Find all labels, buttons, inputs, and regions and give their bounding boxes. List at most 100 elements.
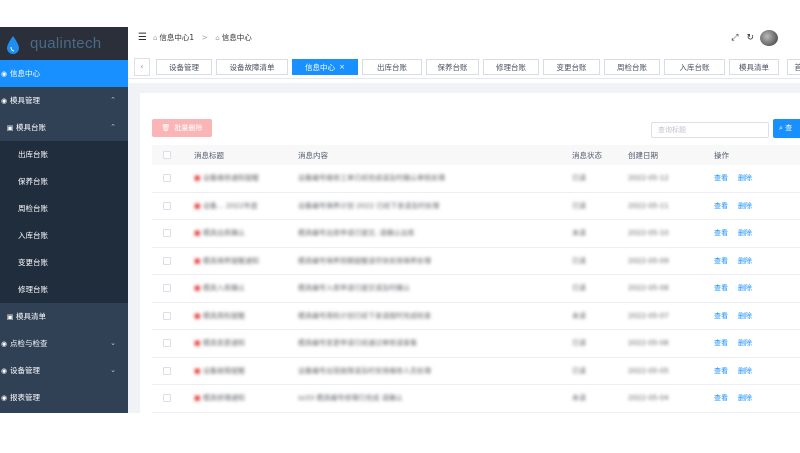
sidebar-item[interactable]: 出库台账 [0,141,128,168]
tab-9[interactable]: 模具清单 [729,59,779,75]
tags-view: ‹ 设备管理 设备故障清单 信息中心 × 出库台账 保养台账 修理台账 变更台账 周检台账 入库台… [128,55,800,79]
view-link[interactable]: 查看 [714,257,728,265]
sidebar-item[interactable]: 修理台账 [0,276,128,303]
sidebar-item[interactable]: ◉ 点检与检查 ⌄ [0,330,128,357]
row-title: ■ 模具出库确认 [194,229,245,238]
tab-3[interactable]: 出库台账 [362,59,422,75]
tab-label: 变更台账 [556,62,587,72]
sidebar-item[interactable]: ◉ 报表管理 [0,384,128,411]
table-header: 消息标题 消息内容 消息状态 创建日期 操作 [152,145,800,165]
tab-7[interactable]: 周检台账 [604,59,660,75]
breadcrumb-item[interactable]: 信息中心1 [159,33,194,42]
search-input[interactable]: 查询标题 [651,122,769,138]
row-title: ■ 设备... 2022年度 [194,201,258,210]
folder-icon: ▣ [6,123,14,132]
row-checkbox[interactable] [152,311,182,320]
red-mark-icon: ■ [194,174,201,183]
tab-10[interactable]: 首页 [787,59,800,75]
view-link[interactable]: 查看 [714,202,728,210]
red-mark-icon: ■ [194,229,201,238]
view-link[interactable]: 查看 [714,312,728,320]
delete-link[interactable]: 删除 [738,367,752,375]
breadcrumb-separator: > [201,32,208,42]
view-link[interactable]: 查看 [714,284,728,292]
select-all-checkbox[interactable] [152,151,182,159]
row-status: 已读 [572,284,586,293]
sidebar-item[interactable]: 周检台账 [0,195,128,222]
row-checkbox[interactable] [152,201,182,210]
header-content: 消息内容 [298,150,328,160]
sidebar-item[interactable]: ▣ 模具清单 [0,303,128,330]
delete-link[interactable]: 删除 [738,202,752,210]
tags-scroll-left-icon[interactable]: ‹ [134,58,150,76]
row-date: 2022-05-12 [628,174,669,183]
app-window: qualintech ◉ 信息中心 ◉ 模具管理 ⌃ ▣ 模具台账 ⌃ 出库台账 保养台账 周检台账… [0,27,800,413]
row-checkbox[interactable] [152,229,182,238]
row-date: 2022-05-08 [628,284,669,293]
tab-label: 周检台账 [617,62,647,72]
fullscreen-icon[interactable]: ⤢ [731,33,738,43]
row-content: 模具编号变更申请已经通过审核请查看 [298,339,417,348]
delete-link[interactable]: 删除 [738,394,752,402]
red-mark-icon: ■ [194,366,201,375]
tab-5[interactable]: 修理台账 [483,59,539,75]
delete-link[interactable]: 删除 [738,339,752,347]
delete-link[interactable]: 删除 [738,229,752,237]
view-link[interactable]: 查看 [714,339,728,347]
view-link[interactable]: 查看 [714,174,728,182]
row-date: 2022-05-10 [628,229,669,238]
hamburger-icon[interactable]: ☰ [138,32,147,43]
delete-link[interactable]: 删除 [738,284,752,292]
view-link[interactable]: 查看 [714,394,728,402]
sidebar-item-label: 点检与检查 [10,339,48,348]
delete-link[interactable]: 删除 [738,174,752,182]
row-checkbox[interactable] [152,256,182,265]
sidebar-item[interactable]: ◉ 模具管理 ⌃ [0,87,128,114]
sidebar-item[interactable]: 入库台账 [0,222,128,249]
close-icon[interactable]: × [339,63,345,71]
sidebar-item-label: 出库台账 [18,150,48,159]
avatar[interactable] [760,30,778,46]
sidebar-item-label: 设备管理 [10,366,40,375]
tab-2[interactable]: 信息中心 × [292,59,358,75]
row-actions: 查看 删除 [712,228,800,238]
tab-label: 修理台账 [496,62,526,72]
row-date: 2022-05-09 [628,256,669,265]
breadcrumb: ⌂ 信息中心1 > ⌂ 信息中心 [153,32,252,43]
batch-delete-button[interactable]: 🗑 批量删除 [152,119,212,137]
tab-6[interactable]: 变更台账 [543,59,600,75]
delete-link[interactable]: 删除 [738,257,752,265]
sidebar-item-label: 保养台账 [18,177,48,186]
tab-0[interactable]: 设备管理 [156,59,212,75]
row-status: 已读 [572,174,586,183]
content-card: 🗑 批量删除 查询标题 ⌕ 查 消息标题 消息内容 消息状态 创建日期 操作 ■… [140,93,800,413]
row-content: 设备编号出现故障请及时安排维修人员处理 [298,366,431,375]
tab-8[interactable]: 入库台账 [664,59,725,75]
sidebar-item-label: 入库台账 [18,231,48,240]
sidebar-menu: ◉ 信息中心 ◉ 模具管理 ⌃ ▣ 模具台账 ⌃ 出库台账保养台账周检台账入库台账变更台账 修理台… [0,60,128,411]
table-row: ■ 模具入库确认 模具编号入库申请已提交请及时确认 已读 2022-05-08 查看 删除 [152,275,800,303]
row-date: 2022-05-07 [628,311,669,320]
view-link[interactable]: 查看 [714,229,728,237]
row-checkbox[interactable] [152,174,182,183]
menu-icon: ◉ [0,393,8,402]
row-checkbox[interactable] [152,339,182,348]
tab-label: 设备故障清单 [229,62,275,72]
row-checkbox[interactable] [152,366,182,375]
row-title: ■ 模具入库确认 [194,284,245,293]
search-button[interactable]: ⌕ 查 [773,119,800,138]
sidebar-item[interactable]: 保养台账 [0,168,128,195]
delete-link[interactable]: 删除 [738,312,752,320]
view-link[interactable]: 查看 [714,367,728,375]
sidebar-item[interactable]: ◉ 设备管理 ⌄ [0,357,128,384]
tab-4[interactable]: 保养台账 [426,59,479,75]
sidebar-item[interactable]: 变更台账 [0,249,128,276]
row-checkbox[interactable] [152,284,182,293]
sidebar-item[interactable]: ◉ 信息中心 [0,60,128,87]
refresh-icon[interactable]: ↻ [746,33,754,43]
sidebar-item[interactable]: ▣ 模具台账 ⌃ [0,114,128,141]
row-checkbox[interactable] [152,394,182,403]
row-date: 2022-05-05 [628,366,669,375]
tab-1[interactable]: 设备故障清单 [216,59,288,75]
row-date: 2022-05-11 [628,201,669,210]
